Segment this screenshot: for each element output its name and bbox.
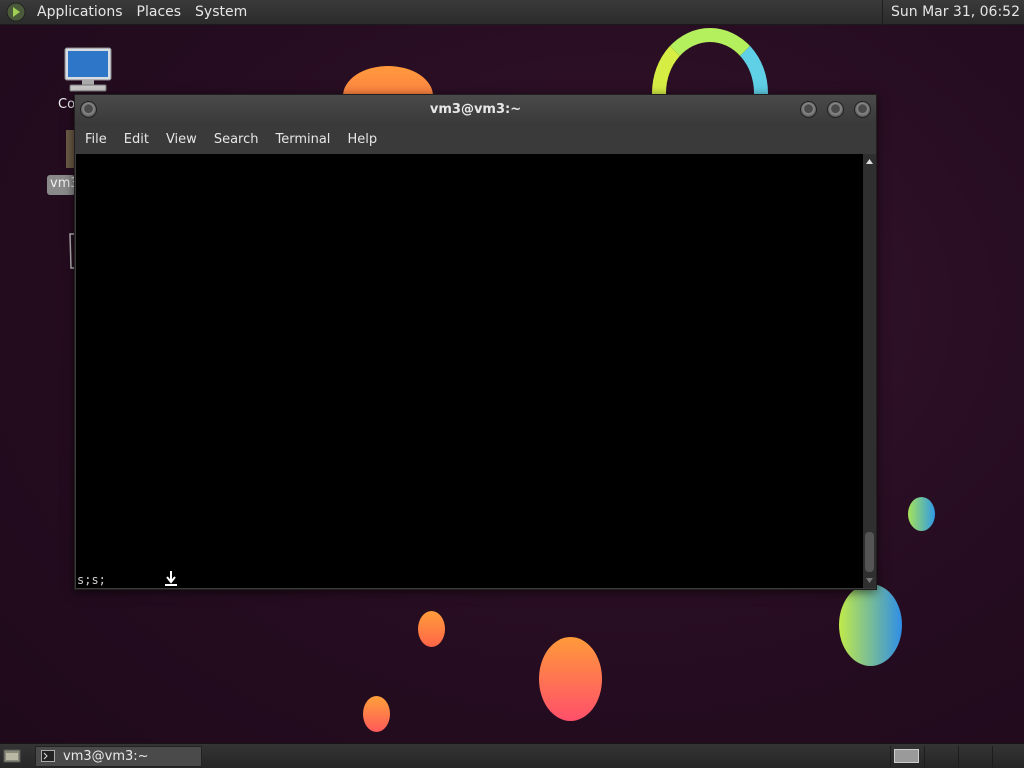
wallpaper-tiny-orange-blob (363, 696, 390, 732)
view-menu[interactable]: View (159, 132, 204, 147)
terminal-icon (41, 750, 55, 762)
scrollbar-thumb[interactable] (865, 532, 874, 572)
applications-menu[interactable]: Applications (30, 0, 130, 25)
bottom-panel: vm3@vm3:~ (0, 743, 1024, 768)
minimize-button[interactable] (800, 101, 817, 118)
wallpaper-large-orange-blob (539, 637, 602, 721)
terminal-titlebar[interactable]: vm3@vm3:~ (75, 95, 876, 125)
computer-icon[interactable] (62, 46, 114, 94)
terminal-menu[interactable]: Terminal (268, 132, 337, 147)
gnome-foot-icon[interactable] (6, 2, 26, 22)
workspace-window-preview (894, 749, 919, 763)
terminal-menubar: File Edit View Search Terminal Help (75, 125, 876, 154)
search-menu[interactable]: Search (207, 132, 266, 147)
workspace-4[interactable] (992, 746, 1024, 767)
file-menu[interactable]: File (78, 132, 114, 147)
system-menu[interactable]: System (188, 0, 254, 25)
wallpaper-small-orange-blob (418, 611, 445, 647)
home-folder-icon-label: vm3 (47, 175, 75, 195)
show-desktop-icon[interactable] (3, 748, 21, 764)
window-title: vm3@vm3:~ (429, 102, 522, 117)
scroll-down-arrow-icon[interactable] (865, 576, 874, 585)
terminal-output[interactable]: s;s; (76, 154, 863, 588)
maximize-button[interactable] (827, 101, 844, 118)
workspace-3[interactable] (958, 746, 991, 767)
top-panel: Applications Places System Sun Mar 31, 0… (0, 0, 1024, 25)
places-menu[interactable]: Places (130, 0, 189, 25)
mouse-pointer-icon (165, 571, 177, 586)
computer-icon-label: Co (58, 97, 76, 112)
close-button[interactable] (854, 101, 871, 118)
wallpaper-blue-blob (908, 497, 935, 531)
terminal-line: s;s; (77, 573, 106, 587)
scroll-up-arrow-icon[interactable] (865, 157, 874, 166)
terminal-window: vm3@vm3:~ File Edit View Search Terminal… (74, 94, 877, 590)
edit-menu[interactable]: Edit (117, 132, 156, 147)
terminal-scrollbar[interactable] (863, 154, 876, 588)
help-menu[interactable]: Help (340, 132, 384, 147)
wallpaper-green-blue-blob (839, 584, 902, 666)
taskbar-terminal-button[interactable]: vm3@vm3:~ (35, 746, 202, 767)
workspace-1[interactable] (890, 746, 923, 767)
clock[interactable]: Sun Mar 31, 06:52 (881, 0, 1020, 25)
taskbar-terminal-label: vm3@vm3:~ (63, 749, 149, 764)
workspace-2[interactable] (924, 746, 957, 767)
